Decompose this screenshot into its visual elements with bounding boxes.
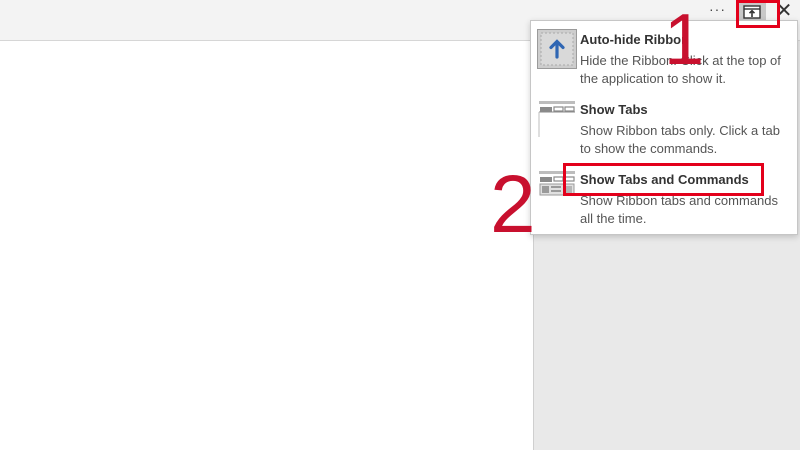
menu-item-description: Show Ribbon tabs only. Click a tab to sh… (580, 123, 780, 156)
menu-item-show-tabs[interactable]: Show Tabs Show Ribbon tabs only. Click a… (531, 96, 797, 166)
show-tabs-icon (538, 101, 575, 137)
more-options-icon[interactable]: ··· (709, 2, 731, 20)
auto-hide-ribbon-icon (537, 29, 577, 69)
document-area[interactable] (0, 41, 534, 450)
highlight-show-tabs-and-commands (563, 163, 764, 196)
step-number-2: 2 (490, 159, 536, 250)
menu-item-title: Show Tabs (580, 102, 648, 117)
menu-item-description: Show Ribbon tabs and commands all the ti… (580, 193, 779, 226)
highlight-ribbon-options-button (736, 0, 780, 28)
step-number-1: 1 (664, 0, 705, 80)
